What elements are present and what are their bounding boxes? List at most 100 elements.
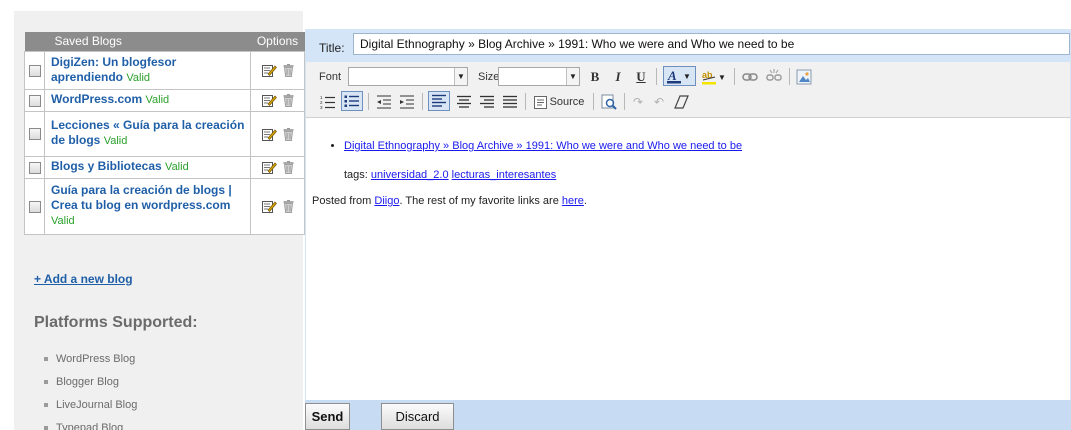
eraser-icon[interactable] [672, 92, 692, 112]
add-new-blog-link[interactable]: + Add a new blog [34, 272, 133, 286]
table-row: Guía para la creación de blogs | Crea tu… [24, 177, 305, 235]
valid-badge: Valid [103, 135, 128, 147]
size-select[interactable]: ▼ [498, 67, 580, 86]
edit-icon[interactable] [261, 128, 277, 141]
source-button[interactable]: Source [530, 92, 588, 112]
unlink-icon[interactable] [764, 67, 784, 87]
table-row: Lecciones « Guía para la creación de blo… [24, 110, 305, 157]
here-link[interactable]: here [562, 195, 584, 207]
underline-button[interactable]: U [632, 67, 650, 87]
row-checkbox[interactable] [28, 94, 41, 107]
platform-item: LiveJournal Blog [44, 397, 137, 420]
italic-button[interactable]: I [609, 67, 627, 87]
image-icon[interactable] [794, 67, 814, 87]
toolbar-separator [593, 93, 594, 110]
saved-blogs-table: Saved Blogs Options DigiZen: Un blogfeso… [24, 32, 305, 235]
row-checkbox[interactable] [28, 200, 41, 213]
tag-link[interactable]: universidad_2.0 [371, 169, 449, 181]
trash-icon[interactable] [283, 200, 294, 214]
trash-icon[interactable] [283, 127, 294, 141]
font-label: Font [319, 71, 342, 83]
svg-text:A: A [667, 68, 677, 83]
list-item: Digital Ethnography » Blog Archive » 199… [344, 140, 742, 152]
discard-button[interactable]: Discard [381, 403, 454, 430]
toolbar-separator [656, 68, 657, 85]
source-label: Source [549, 96, 585, 108]
svg-text:▼: ▼ [718, 73, 726, 82]
table-row: WordPress.com Valid [24, 88, 305, 112]
posted-middle: . The rest of my favorite links are [399, 195, 559, 207]
trash-icon[interactable] [283, 64, 294, 78]
platform-item: Typepad Blog [44, 420, 137, 430]
svg-text:3: 3 [320, 105, 323, 110]
blog-name[interactable]: DigiZen: Un blogfesor aprendiendo Valid [44, 50, 251, 90]
size-label: Size [478, 71, 500, 83]
title-label: Title: [319, 41, 345, 55]
trash-icon[interactable] [283, 94, 294, 108]
blog-name[interactable]: Guía para la creación de blogs | Crea tu… [44, 177, 251, 235]
align-right-icon[interactable] [477, 92, 497, 112]
align-left-icon[interactable] [428, 91, 450, 111]
edit-icon[interactable] [261, 200, 277, 214]
platforms-list: WordPress Blog Blogger Blog LiveJournal … [44, 351, 137, 430]
tag-link[interactable]: lecturas_interesantes [452, 169, 557, 181]
table-header-options: Options [250, 32, 305, 51]
row-checkbox[interactable] [28, 161, 41, 174]
font-select[interactable]: ▼ [348, 67, 468, 86]
edit-icon[interactable] [261, 161, 277, 175]
posted-end: . [583, 195, 587, 207]
send-button[interactable]: Send [305, 403, 350, 430]
content-list: Digital Ethnography » Blog Archive » 199… [334, 140, 742, 152]
valid-badge: Valid [126, 71, 151, 84]
undo-icon[interactable]: ↶ [650, 92, 668, 112]
link-icon[interactable] [740, 67, 760, 87]
blog-name[interactable]: Blogs y Bibliotecas Valid [44, 155, 251, 179]
table-row: DigiZen: Un blogfesor aprendiendo Valid [24, 50, 305, 90]
table-row: Blogs y Bibliotecas Valid [24, 155, 305, 179]
text-color-button[interactable]: A ▼ [663, 66, 696, 86]
editor-content[interactable]: Digital Ethnography » Blog Archive » 199… [306, 118, 1070, 400]
chevron-down-icon: ▼ [566, 68, 579, 85]
toolbar-separator [368, 93, 369, 110]
title-input[interactable] [353, 33, 1070, 55]
valid-badge: Valid [165, 161, 189, 173]
numbered-list-icon[interactable]: 123 [318, 92, 338, 112]
blog-name[interactable]: WordPress.com Valid [44, 88, 251, 112]
platforms-title: Platforms Supported: [34, 314, 198, 331]
trash-icon[interactable] [283, 161, 294, 175]
valid-badge: Valid [145, 94, 170, 106]
toolbar-separator [734, 68, 735, 85]
editor-footer: Send Discard [305, 400, 1071, 430]
edit-icon[interactable] [261, 94, 277, 108]
toolbar-separator [525, 93, 526, 110]
toolbar-separator [789, 68, 790, 85]
valid-badge: Valid [51, 215, 75, 227]
tags-line: tags: universidad_2.0 lecturas_interesan… [344, 169, 556, 181]
indent-icon[interactable] [397, 92, 417, 112]
toolbar-separator [624, 93, 625, 110]
preview-icon[interactable] [599, 92, 619, 112]
tags-label: tags: [344, 169, 368, 181]
row-checkbox[interactable] [28, 64, 41, 77]
platform-item: Blogger Blog [44, 374, 137, 397]
posted-prefix: Posted from [312, 195, 372, 207]
blog-name[interactable]: Lecciones « Guía para la creación de blo… [44, 110, 251, 157]
justify-icon[interactable] [500, 92, 520, 112]
toolbar-separator [422, 93, 423, 110]
row-checkbox[interactable] [28, 128, 41, 141]
article-link[interactable]: Digital Ethnography » Blog Archive » 199… [344, 140, 742, 152]
table-header-name: Saved Blogs [44, 32, 251, 51]
diigo-link[interactable]: Diigo [374, 195, 399, 207]
chevron-down-icon: ▼ [454, 68, 467, 85]
redo-icon[interactable]: ↷ [629, 92, 647, 112]
edit-icon[interactable] [261, 64, 277, 78]
editor-toolbar: Font ▼ Size ▼ B I U A ▼ ab ▼ 123 Source … [306, 62, 1070, 118]
outdent-icon[interactable] [374, 92, 394, 112]
bulleted-list-icon[interactable] [341, 91, 363, 111]
bold-button[interactable]: B [586, 67, 604, 87]
posted-from-line: Posted from Diigo. The rest of my favori… [312, 195, 587, 207]
highlight-color-button[interactable]: ab ▼ [700, 67, 730, 87]
svg-text:▼: ▼ [683, 72, 691, 81]
post-editor: Title: Font ▼ Size ▼ B I U A▼ ab▼ 123 [305, 29, 1071, 430]
align-center-icon[interactable] [454, 92, 474, 112]
